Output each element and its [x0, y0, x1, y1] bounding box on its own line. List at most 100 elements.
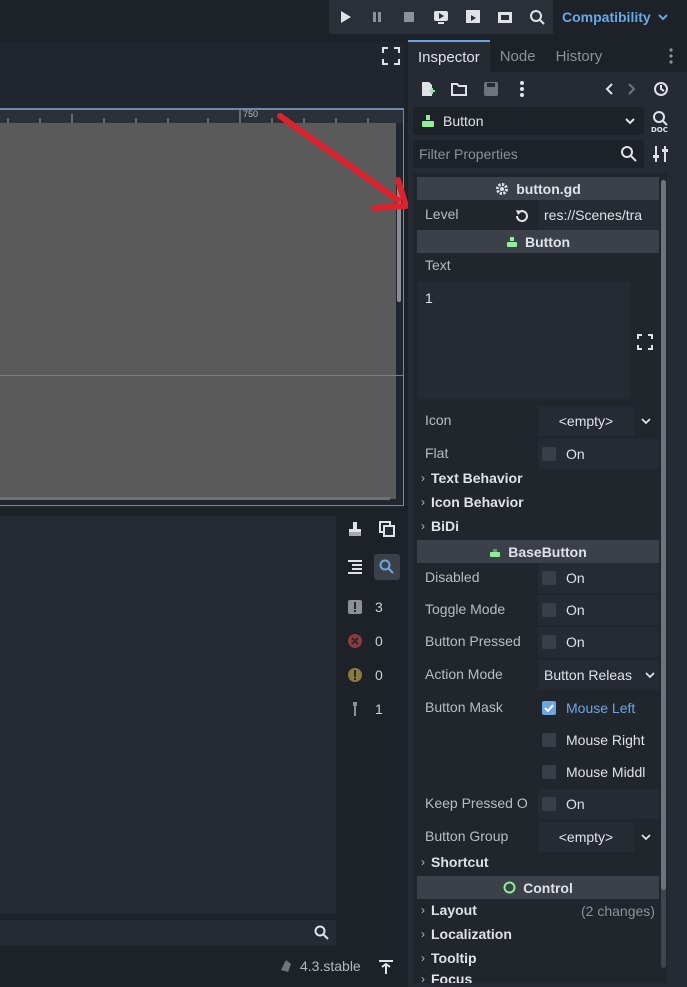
history-forward-icon[interactable] [621, 78, 643, 100]
layout-label: Layout [431, 902, 477, 918]
action-mode-select[interactable]: Button Releas [538, 660, 659, 690]
button-section-header[interactable]: Button [417, 230, 659, 253]
copy-icon[interactable] [376, 518, 398, 540]
stop-icon[interactable] [393, 0, 425, 34]
action-mode-value: Button Releas [544, 667, 632, 683]
play-custom-scene-icon[interactable] [489, 0, 521, 34]
property-tools-icon[interactable] [651, 144, 671, 164]
chevron-right-icon: › [421, 495, 425, 509]
tab-node[interactable]: Node [490, 40, 546, 72]
icon-value: <empty> [558, 413, 614, 429]
tooltip-group[interactable]: › Tooltip [421, 950, 477, 966]
more-options-icon[interactable] [511, 78, 533, 100]
viewport-horizontal-scrollbar[interactable] [0, 497, 390, 500]
control-node-icon [503, 881, 516, 894]
control-section-header[interactable]: Control [417, 876, 659, 899]
localization-label: Localization [431, 926, 512, 942]
chevron-down-icon [645, 672, 655, 679]
output-log[interactable] [0, 516, 336, 914]
revert-icon[interactable] [514, 208, 530, 224]
mask-middle-value: Mouse Middl [566, 764, 646, 780]
mask-right-checkbox[interactable]: Mouse Right [538, 725, 659, 755]
fullscreen-icon[interactable] [382, 47, 400, 65]
renderer-selector[interactable]: Compatibility [562, 0, 669, 34]
text-value-editor[interactable]: 1 [417, 282, 631, 399]
button-group-field[interactable]: <empty> [538, 822, 634, 852]
text-behavior-label: Text Behavior [431, 470, 523, 486]
bidi-label: BiDi [431, 518, 459, 534]
tab-history[interactable]: History [546, 40, 613, 72]
play-icon[interactable] [329, 0, 361, 34]
ruler-label: 750 [243, 109, 259, 119]
script-name: button.gd [516, 180, 581, 197]
localization-group[interactable]: › Localization [421, 926, 512, 942]
filter-properties-input[interactable] [419, 146, 619, 162]
checkbox-checked-icon [542, 701, 556, 715]
expand-editor-icon[interactable] [637, 334, 653, 350]
chevron-down-icon [641, 418, 651, 425]
bottom-panel-toggle-icon[interactable] [378, 959, 394, 975]
icon-dropdown[interactable] [634, 406, 658, 436]
error-filter-icon[interactable] [344, 596, 366, 618]
pause-icon[interactable] [361, 0, 393, 34]
version-info: 4.3.stable [278, 958, 361, 974]
script-section-header[interactable]: button.gd [417, 177, 659, 200]
basebutton-section-header[interactable]: BaseButton [417, 540, 659, 563]
button-pressed-checkbox[interactable]: On [538, 627, 659, 657]
tab-inspector[interactable]: Inspector [408, 40, 490, 72]
dock-menu-icon[interactable] [666, 46, 676, 66]
error-x-icon[interactable] [344, 630, 366, 652]
checkbox-icon [542, 733, 556, 747]
focus-group[interactable]: › Focus [421, 974, 472, 983]
checkbox-icon [542, 797, 556, 811]
flat-value: On [566, 446, 585, 462]
icon-behavior-group[interactable]: › Icon Behavior [421, 494, 524, 510]
output-filter-field[interactable] [0, 920, 336, 946]
toggle-mode-checkbox[interactable]: On [538, 595, 659, 625]
checkbox-icon [542, 635, 556, 649]
remote-debug-icon[interactable] [425, 0, 457, 34]
recent-history-icon[interactable] [650, 78, 672, 100]
layout-group[interactable]: › Layout [421, 902, 477, 918]
basebutton-section-title: BaseButton [508, 543, 587, 560]
chevron-right-icon: › [421, 974, 425, 983]
mask-left-value: Mouse Left [566, 700, 636, 716]
chevron-right-icon: › [421, 927, 425, 941]
mask-middle-checkbox[interactable]: Mouse Middl [538, 757, 659, 787]
inspector-scrollbar[interactable] [661, 180, 666, 890]
viewport-vertical-scrollbar[interactable] [397, 180, 401, 302]
history-back-icon[interactable] [598, 78, 620, 100]
icon-label: Icon [425, 412, 452, 428]
filter-properties-field[interactable] [413, 140, 644, 168]
new-resource-icon[interactable] [416, 78, 438, 100]
level-value: res://Scenes/tra [544, 207, 643, 223]
text-behavior-group[interactable]: › Text Behavior [421, 470, 523, 486]
toggle-mode-label: Toggle Mode [425, 601, 506, 617]
bidi-group[interactable]: › BiDi [421, 518, 459, 534]
clear-log-icon[interactable] [344, 518, 366, 540]
filter-search-icon[interactable] [374, 554, 400, 580]
flat-checkbox[interactable]: On [538, 439, 659, 469]
icon-value-field[interactable]: <empty> [538, 406, 634, 436]
level-value-field[interactable]: res://Scenes/tra [538, 200, 659, 230]
button-group-dropdown[interactable] [634, 822, 658, 852]
text-value: 1 [425, 290, 433, 306]
button-node-icon [422, 115, 434, 127]
play-scene-icon[interactable] [457, 0, 489, 34]
movie-maker-icon[interactable] [521, 0, 553, 34]
disabled-checkbox[interactable]: On [538, 563, 659, 593]
keep-pressed-checkbox[interactable]: On [538, 789, 659, 819]
collapse-icon[interactable] [344, 556, 366, 578]
mask-left-checkbox[interactable]: Mouse Left [538, 693, 659, 723]
shortcut-group[interactable]: › Shortcut [421, 854, 489, 870]
keep-pressed-label: Keep Pressed O [425, 795, 528, 811]
open-docs-icon[interactable]: DOC [649, 109, 673, 133]
warning-icon[interactable] [344, 664, 366, 686]
chevron-down-icon [625, 118, 635, 125]
object-selector[interactable]: Button [413, 107, 644, 135]
godot-icon [281, 960, 291, 972]
message-icon[interactable] [344, 698, 366, 720]
save-icon[interactable] [480, 78, 502, 100]
load-resource-icon[interactable] [448, 78, 470, 100]
viewport-canvas[interactable] [0, 123, 396, 499]
